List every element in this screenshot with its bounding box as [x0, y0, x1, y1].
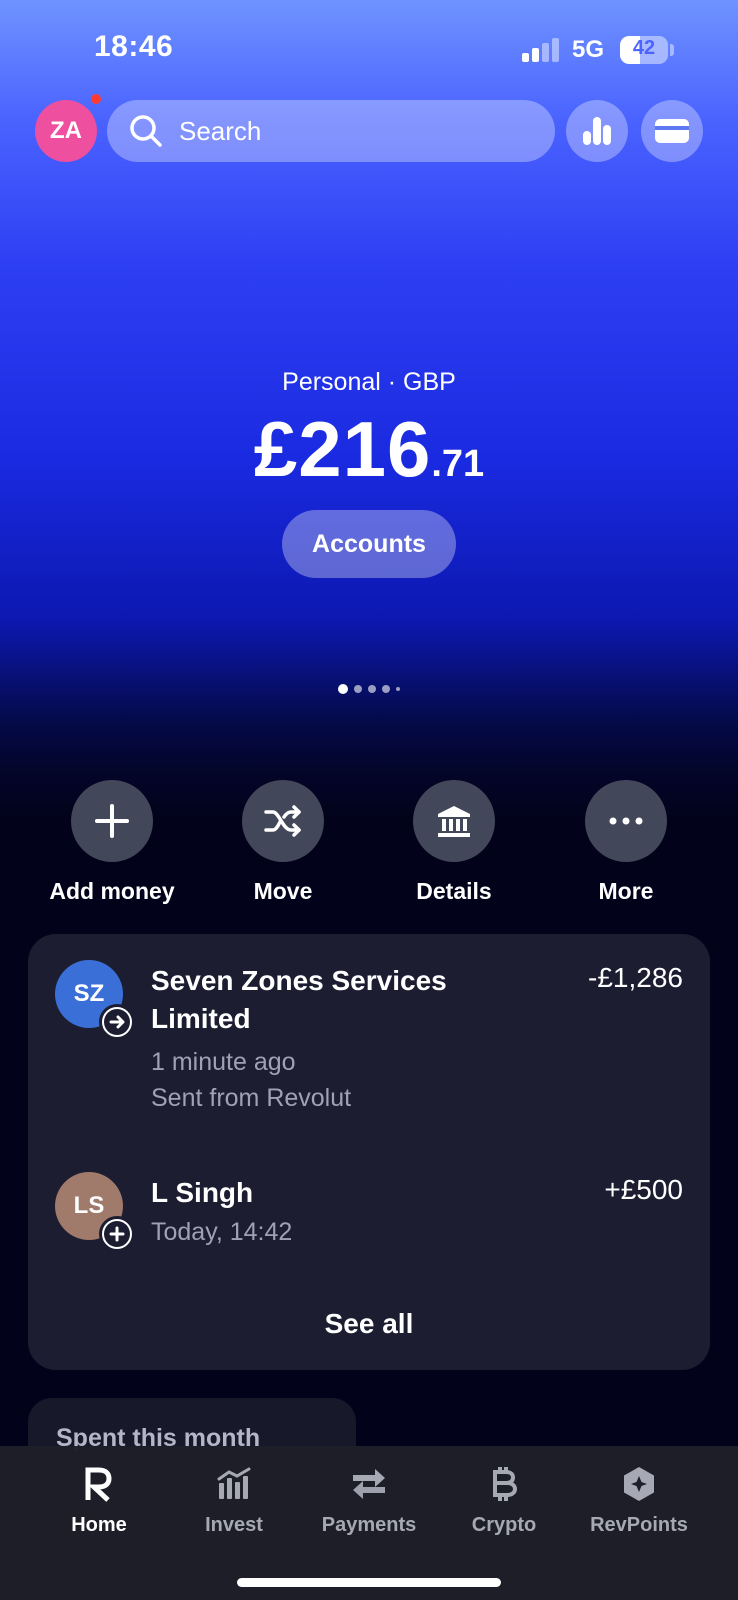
transaction-initials: SZ — [73, 980, 105, 1007]
action-label: Move — [253, 878, 313, 904]
home-indicator — [237, 1578, 501, 1587]
arrow-right-icon — [104, 1009, 130, 1035]
plus-icon — [104, 1221, 130, 1247]
nav-label: RevPoints — [590, 1514, 688, 1536]
bitcoin-icon — [493, 1467, 518, 1501]
bar-chart-icon — [583, 117, 611, 145]
search-icon — [130, 115, 162, 147]
transaction-time: 1 minute ago — [151, 1048, 296, 1076]
nav-label: Invest — [205, 1514, 263, 1536]
action-label: Add money — [49, 878, 175, 904]
balance-main: £216 — [253, 405, 432, 493]
page-dot — [368, 685, 376, 693]
nav-crypto[interactable]: Crypto — [434, 1462, 574, 1537]
shuffle-icon — [264, 805, 301, 837]
notification-dot — [91, 94, 101, 104]
add-money-button[interactable]: Add money — [37, 780, 187, 905]
page-dot — [396, 687, 400, 691]
account-label: Personal · GBP — [282, 368, 456, 396]
transfer-arrows-icon — [353, 1469, 385, 1499]
action-label: More — [598, 878, 654, 904]
revpoints-icon — [624, 1467, 654, 1501]
nav-home[interactable]: Home — [29, 1462, 169, 1537]
bank-icon — [438, 806, 470, 837]
nav-invest[interactable]: Invest — [164, 1462, 304, 1537]
transaction-amount: -£1,286 — [588, 962, 683, 993]
transaction-note: Sent from Revolut — [151, 1084, 352, 1112]
more-circle — [585, 780, 667, 862]
nav-label: Crypto — [471, 1514, 537, 1536]
search-bar[interactable] — [107, 100, 555, 162]
transaction-name: L Singh — [151, 1177, 254, 1208]
transfer-badge — [99, 1004, 135, 1040]
cards-button[interactable] — [641, 100, 703, 162]
revolut-r-icon — [85, 1467, 112, 1502]
nav-label: Payments — [321, 1514, 417, 1536]
card-icon — [655, 119, 689, 143]
income-badge — [99, 1216, 135, 1252]
signal-icon — [522, 38, 562, 62]
more-icon — [609, 817, 643, 825]
nav-revpoints[interactable]: RevPoints — [569, 1462, 709, 1537]
transaction-name-line: Seven Zones Services — [151, 965, 447, 996]
balance-amount: £216.71 — [0, 404, 738, 495]
see-all-button[interactable]: See all — [28, 1308, 710, 1340]
page-dot — [354, 685, 362, 693]
avatar-initials: ZA — [50, 117, 82, 144]
transaction-name-line: Limited — [151, 1003, 251, 1034]
balance-decimal: .71 — [431, 443, 485, 485]
transaction-amount: +£500 — [604, 1174, 683, 1205]
more-button[interactable]: More — [551, 780, 701, 905]
page-dot — [382, 685, 390, 693]
transaction-name: Seven Zones Services Limited — [151, 962, 447, 1038]
status-time: 18:46 — [94, 30, 174, 63]
search-input[interactable] — [177, 114, 521, 148]
battery-icon: 42 — [620, 36, 668, 64]
details-button[interactable]: Details — [379, 780, 529, 905]
add-money-circle — [71, 780, 153, 862]
plus-icon — [95, 804, 129, 838]
invest-chart-icon — [217, 1467, 251, 1499]
details-circle — [413, 780, 495, 862]
transaction-time: Today, 14:42 — [151, 1218, 293, 1246]
accounts-button[interactable]: Accounts — [282, 510, 456, 578]
analytics-button[interactable] — [566, 100, 628, 162]
nav-label: Home — [71, 1514, 127, 1536]
battery-tip — [670, 44, 674, 56]
move-circle — [242, 780, 324, 862]
page-indicator — [0, 684, 738, 694]
network-type: 5G — [572, 36, 605, 63]
page-dot — [338, 684, 348, 694]
transaction-initials: LS — [73, 1192, 105, 1219]
action-label: Details — [416, 878, 492, 904]
nav-payments[interactable]: Payments — [299, 1462, 439, 1537]
move-button[interactable]: Move — [208, 780, 358, 905]
battery-level: 42 — [632, 37, 656, 59]
profile-avatar[interactable]: ZA — [35, 100, 97, 162]
